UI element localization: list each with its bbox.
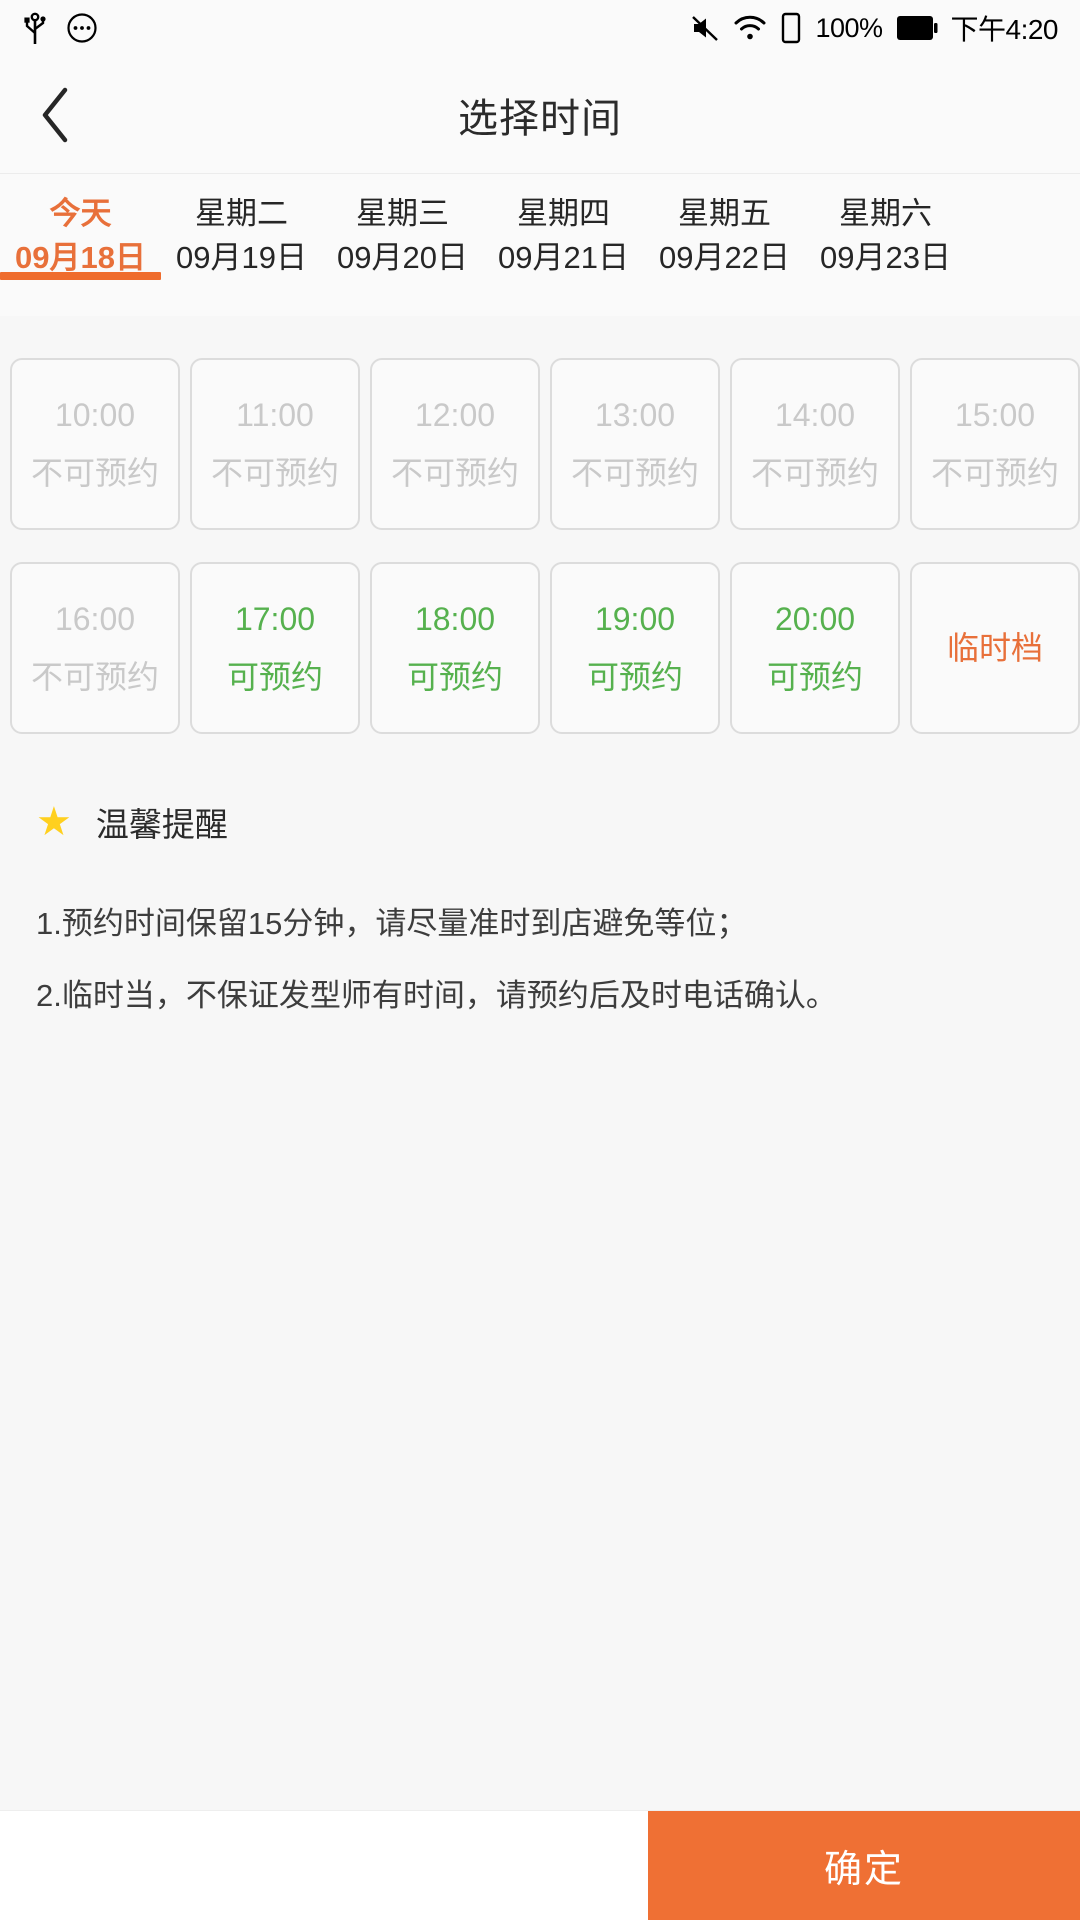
circle-dots-icon xyxy=(66,12,98,44)
slot-status-label: 不可预约 xyxy=(930,455,1059,491)
slot-time-label: 13:00 xyxy=(594,397,676,433)
time-slot[interactable]: 14:00 不可预约 xyxy=(730,358,900,530)
date-tab-date-label: 09月19日 xyxy=(176,240,307,275)
slot-time-label: 16:00 xyxy=(54,601,136,637)
slot-time-label: 15:00 xyxy=(954,397,1036,433)
time-slot[interactable]: 19:00 可预约 xyxy=(550,562,720,734)
notice-title: 温馨提醒 xyxy=(95,806,228,843)
status-bar: 100% 下午4:20 xyxy=(0,0,1080,56)
slot-time-label: 20:00 xyxy=(774,601,856,637)
temporary-slot[interactable]: 临时档 xyxy=(910,562,1080,734)
slot-status-label: 可预约 xyxy=(586,659,683,695)
date-tab-date-label: 09月23日 xyxy=(820,240,951,275)
date-tab-date-label: 09月20日 xyxy=(337,240,468,275)
slot-status-label: 不可预约 xyxy=(750,455,879,491)
time-slot[interactable]: 13:00 不可预约 xyxy=(550,358,720,530)
mute-icon xyxy=(690,13,720,43)
star-icon: ★ xyxy=(36,800,72,844)
slot-time-label: 12:00 xyxy=(414,397,496,433)
date-tab-day-label: 星期五 xyxy=(678,196,771,231)
slot-status-label: 可预约 xyxy=(766,659,863,695)
sim-card-icon xyxy=(780,12,802,44)
battery-icon xyxy=(896,14,938,42)
date-tab-day-label: 星期六 xyxy=(839,196,932,231)
slot-status-label: 不可预约 xyxy=(210,455,339,491)
time-slot[interactable]: 20:00 可预约 xyxy=(730,562,900,734)
time-slot[interactable]: 18:00 可预约 xyxy=(370,562,540,734)
slot-time-label: 18:00 xyxy=(414,601,496,637)
date-tab-day-label: 星期二 xyxy=(195,196,288,231)
slot-time-label: 19:00 xyxy=(594,601,676,637)
date-tab-day-label: 今天 xyxy=(49,196,112,231)
date-tab-4[interactable]: 星期五 09月22日 xyxy=(644,192,805,280)
notice-header: ★ 温馨提醒 xyxy=(36,786,1080,858)
slot-time-label: 17:00 xyxy=(234,601,316,637)
date-tabs-list: 今天 09月18日 星期二 09月19日 星期三 09月20日 星期四 09月2… xyxy=(0,174,1080,316)
time-slot[interactable]: 11:00 不可预约 xyxy=(190,358,360,530)
page-title: 选择时间 xyxy=(458,96,622,141)
status-bar-clock: 下午4:20 xyxy=(950,14,1059,45)
active-tab-underline xyxy=(0,272,161,280)
notice-section: ★ 温馨提醒 1.预约时间保留15分钟，请尽量准时到店避免等位； 2.临时当，不… xyxy=(0,766,1080,1032)
date-tabs-scroller[interactable]: 今天 09月18日 星期二 09月19日 星期三 09月20日 星期四 09月2… xyxy=(0,174,1080,316)
notice-line: 1.预约时间保留15分钟，请尽量准时到店避免等位； xyxy=(36,906,748,941)
app-header: 选择时间 xyxy=(0,56,1080,174)
page-body: 10:00 不可预约 11:00 不可预约 12:00 不可预约 13:00 不… xyxy=(0,316,1080,1810)
bottom-bar-spacer xyxy=(0,1811,648,1920)
date-tab-5[interactable]: 星期六 09月23日 xyxy=(805,192,966,280)
time-slot[interactable]: 12:00 不可预约 xyxy=(370,358,540,530)
slot-status-label: 不可预约 xyxy=(390,455,519,491)
date-tab-3[interactable]: 星期四 09月21日 xyxy=(483,192,644,280)
date-tab-date-label: 09月22日 xyxy=(659,240,790,275)
slot-time-label: 14:00 xyxy=(774,397,856,433)
battery-percent-label: 100% xyxy=(815,12,883,43)
date-tab-day-label: 星期四 xyxy=(517,196,610,231)
wifi-icon xyxy=(733,14,767,42)
slot-status-label: 不可预约 xyxy=(30,659,159,695)
time-slot[interactable]: 15:00 不可预约 xyxy=(910,358,1080,530)
date-tab-1[interactable]: 星期二 09月19日 xyxy=(161,192,322,280)
slot-time-label: 11:00 xyxy=(236,397,314,433)
slot-status-label: 不可预约 xyxy=(30,455,159,491)
slot-status-label: 临时档 xyxy=(946,630,1043,666)
date-tab-day-label: 星期三 xyxy=(356,196,449,231)
usb-icon xyxy=(22,11,48,45)
date-tab-date-label: 09月21日 xyxy=(498,240,629,275)
date-tab-2[interactable]: 星期三 09月20日 xyxy=(322,192,483,280)
slot-status-label: 可预约 xyxy=(406,659,503,695)
notice-body: 1.预约时间保留15分钟，请尽量准时到店避免等位； 2.临时当，不保证发型师有时… xyxy=(36,858,1080,1032)
time-slot[interactable]: 17:00 可预约 xyxy=(190,562,360,734)
status-bar-right-icons: 100% 下午4:20 xyxy=(690,8,1058,48)
time-slot[interactable]: 16:00 不可预约 xyxy=(10,562,180,734)
slot-time-label: 10:00 xyxy=(54,397,136,433)
notice-line: 2.临时当，不保证发型师有时间，请预约后及时电话确认。 xyxy=(36,978,837,1013)
time-slot[interactable]: 10:00 不可预约 xyxy=(10,358,180,530)
bottom-action-bar: 确定 xyxy=(0,1810,1080,1920)
date-tab-0[interactable]: 今天 09月18日 xyxy=(0,192,161,280)
confirm-button[interactable]: 确定 xyxy=(648,1811,1080,1920)
slot-status-label: 不可预约 xyxy=(570,455,699,491)
time-slot-grid: 10:00 不可预约 11:00 不可预约 12:00 不可预约 13:00 不… xyxy=(0,316,1080,766)
slot-status-label: 可预约 xyxy=(226,659,323,695)
status-bar-left-icons xyxy=(22,11,98,45)
